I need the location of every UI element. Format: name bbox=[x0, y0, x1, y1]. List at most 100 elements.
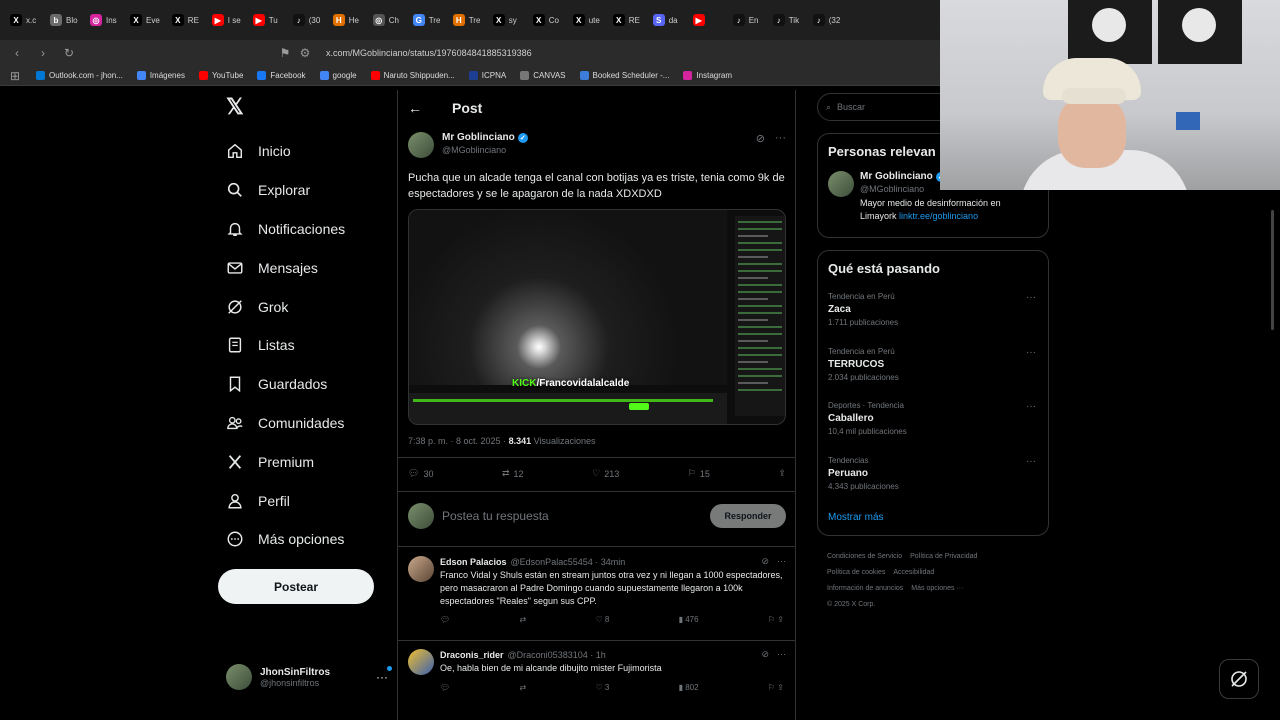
browser-tab[interactable]: X Co bbox=[527, 5, 567, 35]
account-switcher[interactable]: JhonSinFiltros @jhonsinfiltros ··· bbox=[226, 660, 392, 694]
bookmark-item[interactable]: YouTube bbox=[198, 71, 243, 80]
nav-item-inicio[interactable]: Inicio bbox=[218, 132, 388, 171]
more-dots-icon[interactable]: ··· bbox=[777, 649, 786, 660]
browser-tab[interactable]: Xsy bbox=[487, 5, 527, 35]
browser-tab[interactable]: ▶ I se bbox=[206, 5, 247, 35]
reply-input[interactable]: Postea tu respuesta bbox=[442, 509, 549, 523]
back-arrow-icon[interactable]: ‹ bbox=[10, 46, 24, 60]
bookmark-item[interactable]: Outlook.com - jhon... bbox=[36, 71, 123, 80]
bookmark-star-icon[interactable]: ⚑ bbox=[278, 46, 292, 60]
author-name[interactable]: Mr Goblinciano ✓ bbox=[442, 132, 528, 143]
trend-item[interactable]: Tendencia en Perú TERRUCOS 2.034 publicaci… bbox=[818, 345, 1048, 400]
browser-tab[interactable]: ◎ Ins bbox=[84, 5, 124, 35]
bookmark-button[interactable]: ⚐ 15 bbox=[688, 468, 710, 479]
bookmark-icon[interactable]: ⚐ ⇪ bbox=[768, 683, 784, 692]
reply-author-handle[interactable]: @Draconi05383104 · 1h bbox=[508, 650, 606, 660]
browser-tab[interactable]: ♪ (30 bbox=[287, 5, 327, 35]
footer-link[interactable]: Accesibilidad bbox=[893, 569, 934, 576]
trend-item[interactable]: Deportes · Tendencia Caballero 10,4 mil pu… bbox=[818, 399, 1048, 454]
avatar[interactable] bbox=[408, 556, 434, 582]
more-dots-icon[interactable]: ··· bbox=[1026, 347, 1036, 358]
nav-item-más-opciones[interactable]: Más opciones bbox=[218, 520, 388, 559]
bookmark-item[interactable]: CANVAS bbox=[520, 71, 566, 80]
reply-icon[interactable]: 💬︎ bbox=[440, 683, 450, 692]
more-dots-icon[interactable]: ··· bbox=[1026, 456, 1036, 467]
like-button[interactable]: ♡ 3 bbox=[595, 683, 609, 692]
browser-tab[interactable]: G Tre bbox=[407, 5, 447, 35]
browser-tab[interactable]: Xx.c bbox=[4, 5, 44, 35]
footer-link[interactable]: Más opciones ··· bbox=[911, 585, 963, 592]
more-dots-icon[interactable]: ··· bbox=[777, 556, 786, 567]
grok-icon[interactable]: ⊘ bbox=[756, 132, 765, 145]
footer-link[interactable]: Política de cookies bbox=[827, 569, 885, 576]
bookmark-item[interactable]: ICPNA bbox=[468, 71, 506, 80]
nav-item-perfil[interactable]: Perfil bbox=[218, 481, 388, 520]
like-button[interactable]: ♡ 8 bbox=[595, 615, 609, 624]
nav-item-listas[interactable]: Listas bbox=[218, 326, 388, 365]
footer-link[interactable]: © 2025 X Corp. bbox=[827, 601, 875, 608]
reload-icon[interactable]: ↻ bbox=[62, 46, 76, 60]
browser-tab[interactable]: Sda bbox=[647, 5, 687, 35]
repost-icon[interactable]: ⇄ bbox=[519, 683, 526, 692]
grok-icon[interactable]: ⊘ bbox=[761, 556, 769, 567]
reply-submit-button[interactable]: Responder bbox=[710, 504, 786, 528]
nav-item-comunidades[interactable]: Comunidades bbox=[218, 404, 388, 443]
reply-post[interactable]: Edson Palacios @EdsonPalac55454 · 34min ⊘ ·… bbox=[408, 556, 786, 624]
reply-post[interactable]: Draconis_rider @Draconi05383104 · 1h ⊘ ··· … bbox=[408, 649, 786, 692]
bio-link[interactable]: linktr.ee/goblinciano bbox=[899, 211, 978, 221]
footer-link[interactable]: Información de anuncios bbox=[827, 585, 903, 592]
more-dots-icon[interactable]: ··· bbox=[775, 132, 786, 145]
url-field[interactable]: x.com/MGoblinciano/status/19760848418853… bbox=[326, 48, 532, 58]
browser-tab[interactable]: ♪ (32 bbox=[807, 5, 847, 35]
reply-icon[interactable]: 💬︎ bbox=[440, 615, 450, 624]
browser-tab[interactable]: X RE bbox=[607, 5, 647, 35]
views-button[interactable]: ▮ 476 bbox=[679, 615, 699, 624]
browser-tab[interactable]: ♪ En bbox=[727, 5, 767, 35]
bookmark-item[interactable]: Booked Scheduler -... bbox=[579, 71, 669, 80]
trend-item[interactable]: Tendencias Peruano 4.343 publicaciones ··· bbox=[818, 454, 1048, 509]
reply-author-handle[interactable]: @EdsonPalac55454 · 34min bbox=[511, 557, 626, 567]
bookmark-item[interactable]: Naruto Shippuden... bbox=[370, 71, 455, 80]
browser-tab[interactable]: ▶ Tu bbox=[247, 5, 287, 35]
author-handle[interactable]: @MGoblinciano bbox=[442, 145, 528, 155]
bookmark-item[interactable]: Facebook bbox=[257, 71, 306, 80]
apps-grid-icon[interactable]: ⊞ bbox=[8, 69, 22, 83]
footer-link[interactable]: Condiciones de Servicio bbox=[827, 553, 902, 560]
nav-item-explorar[interactable]: Explorar bbox=[218, 171, 388, 210]
browser-tab[interactable]: H He bbox=[327, 5, 367, 35]
nav-item-grok[interactable]: Grok bbox=[218, 287, 388, 326]
avatar[interactable] bbox=[828, 171, 854, 197]
forward-arrow-icon[interactable]: › bbox=[36, 46, 50, 60]
post-button[interactable]: Postear bbox=[218, 569, 374, 604]
bookmark-item[interactable]: Imágenes bbox=[136, 71, 185, 80]
more-dots-icon[interactable]: ··· bbox=[1026, 292, 1036, 303]
browser-tab[interactable]: ◎ Ch bbox=[367, 5, 407, 35]
more-dots-icon[interactable]: ··· bbox=[1026, 401, 1036, 412]
grok-icon[interactable]: ⊘ bbox=[761, 649, 769, 660]
repost-button[interactable]: ⇄ 12 bbox=[502, 468, 524, 479]
nav-item-guardados[interactable]: Guardados bbox=[218, 365, 388, 404]
x-logo-icon[interactable]: 𝕏 bbox=[226, 94, 388, 120]
search-input[interactable]: ⌕ Buscar bbox=[817, 93, 957, 121]
more-dots-icon[interactable]: ··· bbox=[376, 666, 392, 684]
reply-author-name[interactable]: Edson Palacios bbox=[440, 557, 507, 567]
bookmark-icon[interactable]: ⚐ ⇪ bbox=[768, 615, 784, 624]
page-scrollbar[interactable] bbox=[1268, 90, 1278, 720]
browser-tab[interactable]: X Eve bbox=[124, 5, 166, 35]
post-media-video[interactable]: KICK/Francovidalalcalde bbox=[408, 209, 786, 425]
share-button[interactable]: ⇪ bbox=[778, 468, 786, 479]
browser-tab[interactable]: H Tre bbox=[447, 5, 487, 35]
nav-item-mensajes[interactable]: Mensajes bbox=[218, 248, 388, 287]
show-more-link[interactable]: Mostrar más bbox=[818, 508, 1048, 533]
nav-item-premium[interactable]: Premium bbox=[218, 442, 388, 481]
like-button[interactable]: ♡ 213 bbox=[592, 468, 619, 479]
browser-tab[interactable]: Xute bbox=[567, 5, 607, 35]
browser-tab[interactable]: ♪ Tik bbox=[767, 5, 807, 35]
bookmark-item[interactable]: Instagram bbox=[683, 71, 732, 80]
browser-tab[interactable]: ▶ bbox=[687, 5, 727, 35]
views-button[interactable]: ▮ 802 bbox=[679, 683, 699, 692]
reply-button[interactable]: 💬︎ 30 bbox=[408, 468, 433, 479]
browser-tab[interactable]: b Blo bbox=[44, 5, 84, 35]
footer-link[interactable]: Política de Privacidad bbox=[910, 553, 977, 560]
back-arrow-icon[interactable]: ← bbox=[408, 100, 422, 116]
